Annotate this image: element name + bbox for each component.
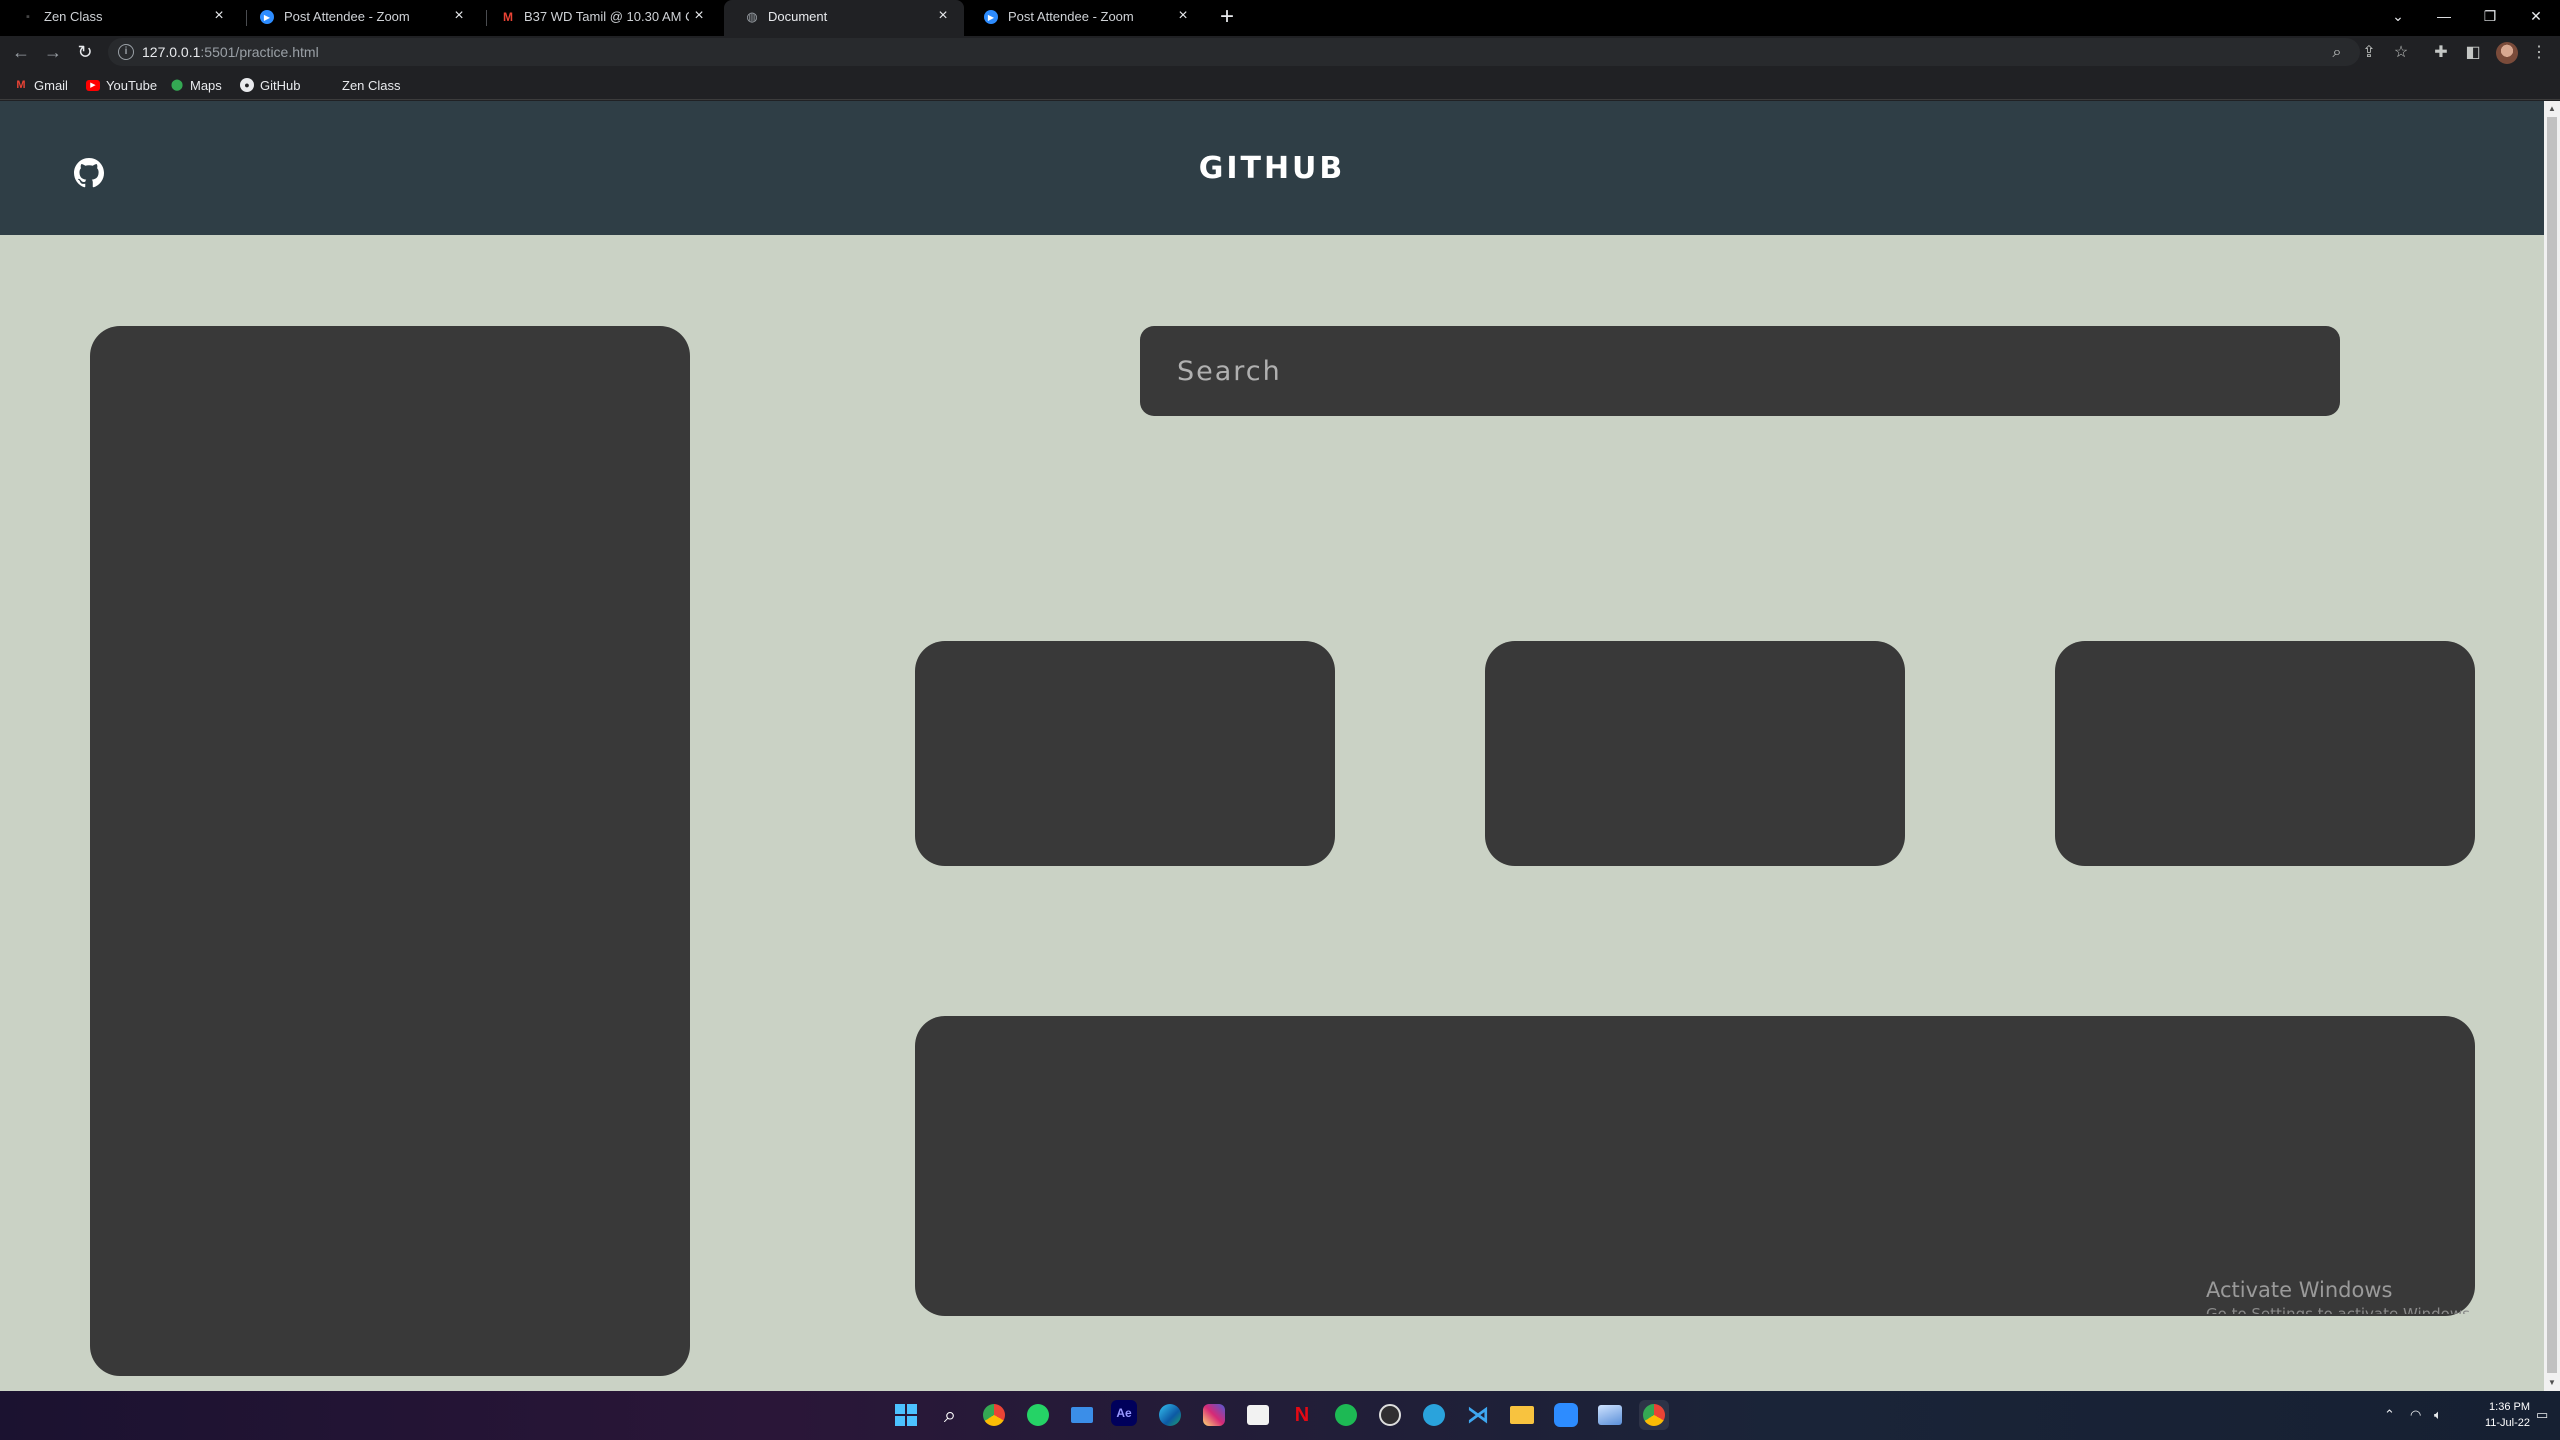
page-header: GITHUB (0, 101, 2544, 235)
page-scrollbar[interactable]: ▲ ▼ (2544, 101, 2560, 1391)
scroll-down-arrow-icon[interactable]: ▼ (2544, 1375, 2560, 1391)
bookmark-maps[interactable]: ⬤ Maps (170, 76, 222, 94)
system-clock[interactable]: 1:36 PM 11-Jul-22 (2470, 1399, 2530, 1431)
spotify-icon[interactable] (1331, 1400, 1361, 1430)
bookmark-gmail[interactable]: M Gmail (14, 76, 68, 94)
github-icon: ● (240, 78, 254, 92)
tab-zen-class[interactable]: ▪ Zen Class × (0, 0, 240, 34)
address-bar[interactable]: i 127.0.0.1:5501/practice.html (108, 38, 2360, 66)
zen-class-favicon: ▪ (26, 11, 30, 23)
gmail-icon: M (16, 79, 26, 91)
bookmark-github[interactable]: ● GitHub (240, 76, 300, 94)
reload-button[interactable]: ↻ (74, 41, 96, 63)
close-window-button[interactable]: ✕ (2516, 2, 2556, 30)
bookmark-youtube[interactable]: ▶ YouTube (86, 76, 157, 94)
share-icon[interactable]: ⇪ (2358, 42, 2380, 64)
scroll-up-arrow-icon[interactable]: ▲ (2544, 101, 2560, 117)
volume-icon[interactable]: 🔈︎ (2434, 1407, 2442, 1423)
tab-gmail[interactable]: M B37 WD Tamil @ 10.30 AM Conf × (480, 0, 720, 34)
screen: ▪ Zen Class × ▶ Post Attendee - Zoom × M… (0, 0, 2560, 1440)
new-tab-button[interactable]: + (1214, 4, 1240, 30)
tab-strip: ▪ Zen Class × ▶ Post Attendee - Zoom × M… (0, 0, 2560, 36)
close-icon[interactable]: × (690, 7, 708, 25)
tab-zoom-1[interactable]: ▶ Post Attendee - Zoom × (240, 0, 480, 34)
activate-windows-subtitle: Go to Settings to activate Windows. (2206, 1305, 2475, 1314)
extensions-icon[interactable]: ✚ (2430, 42, 2452, 64)
page-content: GITHUB Activate Windows Go to Settings t… (0, 101, 2544, 1391)
zoom-favicon: ▶ (260, 10, 274, 24)
tab-document[interactable]: ◍ Document × (724, 0, 964, 36)
profile-avatar[interactable] (2496, 42, 2518, 64)
close-icon[interactable]: × (1174, 7, 1192, 25)
scroll-thumb[interactable] (2547, 117, 2557, 1373)
stat-card-2 (1485, 641, 1905, 866)
bookmark-label: YouTube (106, 77, 158, 93)
close-icon[interactable]: × (934, 7, 952, 25)
forward-button[interactable]: → (42, 41, 64, 63)
chrome-active-icon[interactable] (1639, 1400, 1669, 1430)
bookmark-label: GitHub (260, 77, 301, 93)
bookmark-label: Maps (190, 77, 222, 93)
close-icon[interactable]: × (450, 7, 468, 25)
zoom-icon[interactable]: ⌕ (2326, 42, 2348, 64)
edge-icon[interactable] (1155, 1400, 1185, 1430)
tab-title: B37 WD Tamil @ 10.30 AM Conf (524, 9, 689, 24)
tab-title: Document (768, 9, 828, 24)
store-icon[interactable] (1243, 1400, 1273, 1430)
gmail-favicon: M (503, 10, 513, 24)
maps-icon: ⬤ (170, 79, 184, 91)
bookmark-star-icon[interactable]: ☆ (2390, 42, 2412, 64)
restore-button[interactable]: ❐ (2470, 2, 2510, 30)
instagram-icon[interactable] (1199, 1400, 1229, 1430)
after-effects-icon[interactable]: Ae (1111, 1400, 1137, 1426)
page-title: GITHUB (1198, 151, 1346, 186)
mail-icon[interactable] (1067, 1400, 1097, 1430)
tray-overflow-chevron-icon[interactable]: ⌃ (2384, 1407, 2395, 1423)
vscode-icon[interactable]: ⋊ (1463, 1400, 1493, 1430)
profile-sidebar-panel (90, 326, 690, 1376)
tab-zoom-2[interactable]: ▶ Post Attendee - Zoom × (964, 0, 1204, 34)
minimize-button[interactable]: — (2424, 2, 2464, 30)
bookmarks-bar: M Gmail ▶ YouTube ⬤ Maps ● GitHub Zen Cl… (0, 68, 2560, 100)
obs-icon[interactable] (1375, 1400, 1405, 1430)
tab-title: Zen Class (44, 9, 103, 24)
search-input[interactable] (1140, 326, 2340, 416)
telegram-icon[interactable] (1419, 1400, 1449, 1430)
browser-toolbar: ← → ↻ i 127.0.0.1:5501/practice.html ⌕ ⇪… (0, 36, 2560, 68)
stat-card-3 (2055, 641, 2475, 866)
bookmark-zen-class[interactable]: Zen Class (342, 76, 401, 94)
chrome-icon[interactable] (979, 1400, 1009, 1430)
side-panel-icon[interactable]: ◧ (2462, 42, 2484, 64)
wifi-icon[interactable]: ◠ (2410, 1407, 2421, 1423)
tab-title: Post Attendee - Zoom (284, 9, 410, 24)
url-text[interactable]: 127.0.0.1:5501/practice.html (142, 44, 319, 60)
site-info-icon[interactable]: i (118, 44, 134, 60)
activate-windows-title: Activate Windows (2206, 1278, 2393, 1302)
back-button[interactable]: ← (10, 41, 32, 63)
close-icon[interactable]: × (210, 7, 228, 25)
zoom-favicon: ▶ (984, 10, 998, 24)
bookmark-label: Gmail (34, 77, 68, 93)
whatsapp-icon[interactable] (1023, 1400, 1053, 1430)
tab-title: Post Attendee - Zoom (1008, 9, 1134, 24)
notification-icon[interactable]: ▭ (2536, 1407, 2548, 1423)
youtube-icon: ▶ (86, 79, 100, 91)
globe-favicon: ◍ (746, 9, 758, 24)
menu-icon[interactable]: ⋮ (2528, 42, 2550, 64)
clock-date: 11-Jul-22 (2484, 1417, 2530, 1429)
clock-time: 1:36 PM (2489, 1401, 2530, 1413)
file-explorer-icon[interactable] (1507, 1400, 1537, 1430)
search-icon[interactable]: ⌕ (935, 1400, 965, 1430)
netflix-icon[interactable]: N (1287, 1400, 1317, 1430)
tab-search-button[interactable]: ⌄ (2378, 2, 2418, 30)
stat-card-1 (915, 641, 1335, 866)
zoom-icon[interactable] (1551, 1400, 1581, 1430)
repositories-panel (915, 1016, 2475, 1316)
photos-icon[interactable] (1595, 1400, 1625, 1430)
bookmark-label: Zen Class (342, 77, 401, 93)
windows-taskbar: ⌕ Ae N ⋊ ⌃ ◠ 🔈︎ 1:36 PM 11-Jul-22 ▭ (0, 1391, 2560, 1440)
windows-start-icon[interactable] (891, 1400, 921, 1430)
